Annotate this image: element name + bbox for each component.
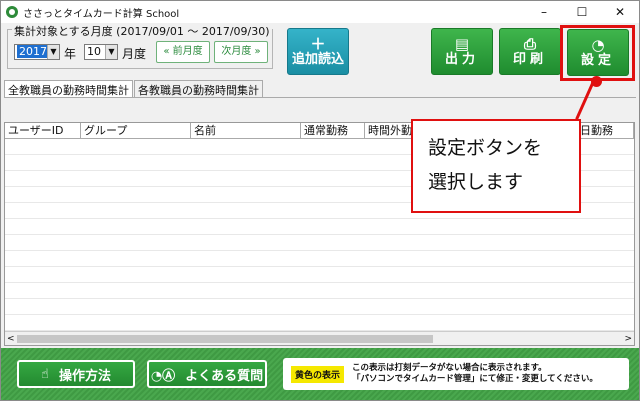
table-row[interactable] xyxy=(5,315,634,331)
year-select[interactable]: 2017 ▼ xyxy=(14,44,60,60)
period-legend: 集計対象とする月度 (2017/09/01 ～ 2017/09/30) xyxy=(12,23,272,39)
period-group: 集計対象とする月度 (2017/09/01 ～ 2017/09/30) 2017… xyxy=(7,23,273,69)
pointer-hand-icon: ☝ xyxy=(41,366,49,382)
tab-divider xyxy=(4,97,636,98)
month-select[interactable]: 10 ▼ xyxy=(84,44,118,60)
add-import-label: 追加読込 xyxy=(291,51,344,67)
table-row[interactable] xyxy=(5,299,634,315)
highlight-frame xyxy=(560,25,635,81)
year-unit: 年 xyxy=(64,47,77,61)
notice-text: この表示は打刻データがない場合に表示されます。 「パソコンでタイムカード管理」に… xyxy=(352,363,598,385)
notice-box: 黄色の表示 この表示は打刻データがない場合に表示されます。 「パソコンでタイムカ… xyxy=(283,358,629,390)
add-file-icon: ＋ xyxy=(310,34,326,53)
month-unit: 月度 xyxy=(122,47,147,61)
notice-line-2: 「パソコンでタイムカード管理」にて修正・変更してください。 xyxy=(352,374,598,384)
minimize-button[interactable]: – xyxy=(525,1,563,23)
column-header[interactable]: 名前 xyxy=(191,123,301,139)
callout-line-1: 設定ボタンを xyxy=(428,137,543,159)
print-button[interactable]: ⎙ 印刷 xyxy=(499,28,561,75)
faq-label: よくある質問 xyxy=(185,368,264,384)
howto-label: 操作方法 xyxy=(58,368,111,384)
tab-bar: 全教職員の勤務時間集計 各教職員の勤務時間集計 xyxy=(4,80,264,98)
table-row[interactable] xyxy=(5,219,634,235)
chevron-down-icon[interactable]: ▼ xyxy=(47,45,59,59)
add-import-button[interactable]: ＋ 追加読込 xyxy=(287,28,349,75)
month-value: 10 xyxy=(87,45,101,58)
output-label: 出力 xyxy=(444,51,479,67)
footer-bar: ☝ 操作方法 ◔Ⓐ よくある質問 黄色の表示 この表示は打刻データがない場合に表… xyxy=(1,348,639,400)
notice-line-1: この表示は打刻データがない場合に表示されます。 xyxy=(352,363,547,373)
printer-icon: ⎙ xyxy=(523,34,536,53)
howto-button[interactable]: ☝ 操作方法 xyxy=(17,360,135,388)
scroll-left-icon[interactable]: < xyxy=(7,332,15,346)
horizontal-scrollbar[interactable]: < > xyxy=(5,331,634,345)
scroll-thumb[interactable] xyxy=(17,335,433,343)
app-icon xyxy=(6,6,18,18)
table-row[interactable] xyxy=(5,235,634,251)
output-button[interactable]: ▤ 出力 xyxy=(431,28,493,75)
table-row[interactable] xyxy=(5,251,634,267)
qa-icon: ◔Ⓐ xyxy=(150,368,176,384)
close-button[interactable]: ✕ xyxy=(601,1,639,23)
chevron-down-icon[interactable]: ▼ xyxy=(105,45,117,59)
title-bar: ささっとタイムカード計算 School – ☐ ✕ xyxy=(1,1,639,23)
column-header[interactable]: グループ xyxy=(81,123,191,139)
faq-button[interactable]: ◔Ⓐ よくある質問 xyxy=(147,360,267,388)
window-title: ささっとタイムカード計算 School xyxy=(23,8,180,20)
callout-line-2: 選択します xyxy=(428,171,524,193)
next-month-button[interactable]: 次月度 » xyxy=(214,41,268,63)
app-window: ささっとタイムカード計算 School – ☐ ✕ 集計対象とする月度 (201… xyxy=(0,0,640,401)
table-row[interactable] xyxy=(5,267,634,283)
print-label: 印刷 xyxy=(512,51,547,67)
column-header[interactable]: 通常勤務 xyxy=(301,123,365,139)
column-header[interactable]: ユーザーID xyxy=(5,123,81,139)
column-header[interactable]: 日勤務 xyxy=(577,123,634,139)
year-value: 2017 xyxy=(17,45,49,58)
maximize-button[interactable]: ☐ xyxy=(563,1,601,23)
callout-pointer-dot xyxy=(591,76,602,87)
export-icon: ▤ xyxy=(454,34,470,53)
instruction-callout: 設定ボタンを 選択します xyxy=(411,119,581,213)
yellow-legend: 黄色の表示 xyxy=(291,365,345,383)
prev-month-button[interactable]: « 前月度 xyxy=(156,41,210,63)
tab-each-staff[interactable]: 各教職員の勤務時間集計 xyxy=(134,80,263,98)
table-row[interactable] xyxy=(5,283,634,299)
scroll-right-icon[interactable]: > xyxy=(624,332,632,346)
tab-all-staff[interactable]: 全教職員の勤務時間集計 xyxy=(4,80,133,98)
